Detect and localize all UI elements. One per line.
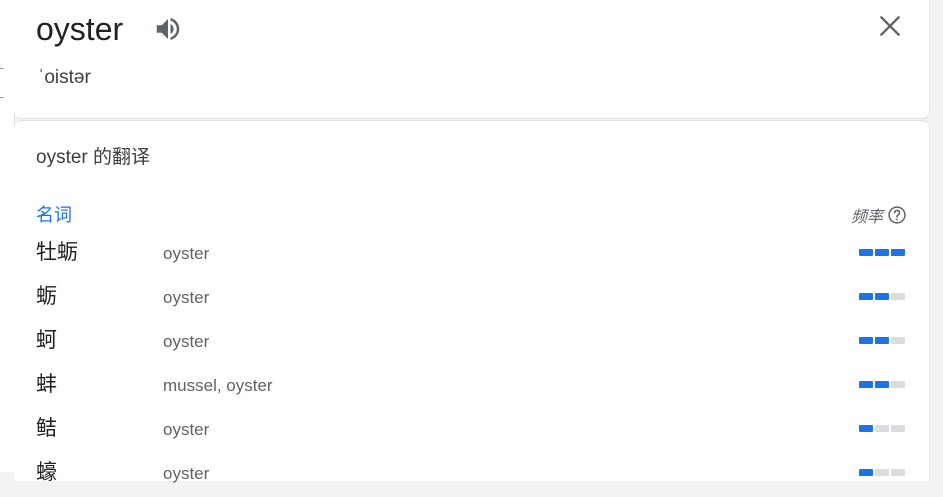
help-circle-icon[interactable] — [887, 205, 907, 225]
frequency-bar-segment — [875, 469, 889, 476]
frequency-bar-segment — [891, 249, 905, 256]
frequency-bar-segment — [859, 425, 873, 432]
translation-term: 鲒 — [36, 417, 57, 440]
translation-meaning: oyster — [163, 288, 210, 307]
frequency-bar-segment — [891, 337, 905, 344]
translation-meaning: oyster — [163, 464, 210, 483]
translation-row[interactable]: 蠔 oyster — [14, 453, 929, 497]
translation-row[interactable]: 鲒 oyster — [14, 409, 929, 453]
frequency-bars — [859, 337, 905, 344]
translation-list: 牡蛎 oyster 蛎 oyster 蚵 oyster 蚌 mussel, oy… — [14, 233, 929, 497]
translation-term: 蚵 — [36, 329, 57, 352]
edge-tick — [0, 68, 4, 69]
part-of-speech-label: 名词 — [36, 205, 72, 225]
translation-term: 蠔 — [36, 461, 57, 484]
frequency-label: 频率 — [850, 209, 883, 226]
frequency-bars — [859, 249, 905, 256]
translation-meaning: oyster — [163, 244, 210, 263]
translation-meaning: mussel, oyster — [163, 376, 273, 395]
frequency-bar-segment — [875, 381, 889, 388]
phonetic-transcription: ˈoistər — [38, 67, 91, 88]
frequency-header: 频率 — [851, 203, 907, 227]
frequency-bar-segment — [875, 293, 889, 300]
frequency-bar-segment — [859, 469, 873, 476]
translations-card: oyster 的翻译 名词 频率 牡蛎 oyster 蛎 oyster 蚵 oy… — [14, 120, 930, 484]
translation-row[interactable]: 蚌 mussel, oyster — [14, 365, 929, 409]
frequency-bar-segment — [875, 249, 889, 256]
translation-term: 蛎 — [36, 285, 57, 308]
translation-row[interactable]: 蛎 oyster — [14, 277, 929, 321]
word-card: oyster ˈoistər — [14, 0, 930, 119]
translation-meaning: oyster — [163, 420, 210, 439]
frequency-bars — [859, 425, 905, 432]
frequency-bar-segment — [859, 337, 873, 344]
edge-tick — [0, 97, 4, 98]
frequency-bar-segment — [891, 425, 905, 432]
translation-row[interactable]: 蚵 oyster — [14, 321, 929, 365]
translation-term: 蚌 — [36, 373, 57, 396]
frequency-bars — [859, 469, 905, 476]
frequency-bars — [859, 381, 905, 388]
frequency-bar-segment — [891, 469, 905, 476]
frequency-bar-segment — [859, 293, 873, 300]
close-icon[interactable] — [877, 13, 903, 39]
frequency-bar-segment — [859, 381, 873, 388]
frequency-bars — [859, 293, 905, 300]
frequency-bar-segment — [875, 337, 889, 344]
translation-meaning: oyster — [163, 332, 210, 351]
translation-term: 牡蛎 — [36, 241, 78, 264]
frequency-bar-segment — [859, 249, 873, 256]
frequency-bar-segment — [875, 425, 889, 432]
word-title: oyster — [36, 11, 124, 47]
frequency-bar-segment — [891, 293, 905, 300]
frequency-bar-segment — [891, 381, 905, 388]
translation-row[interactable]: 牡蛎 oyster — [14, 233, 929, 277]
translations-heading: oyster 的翻译 — [36, 147, 151, 168]
volume-icon[interactable] — [153, 14, 183, 44]
left-edge-strip — [0, 0, 15, 472]
